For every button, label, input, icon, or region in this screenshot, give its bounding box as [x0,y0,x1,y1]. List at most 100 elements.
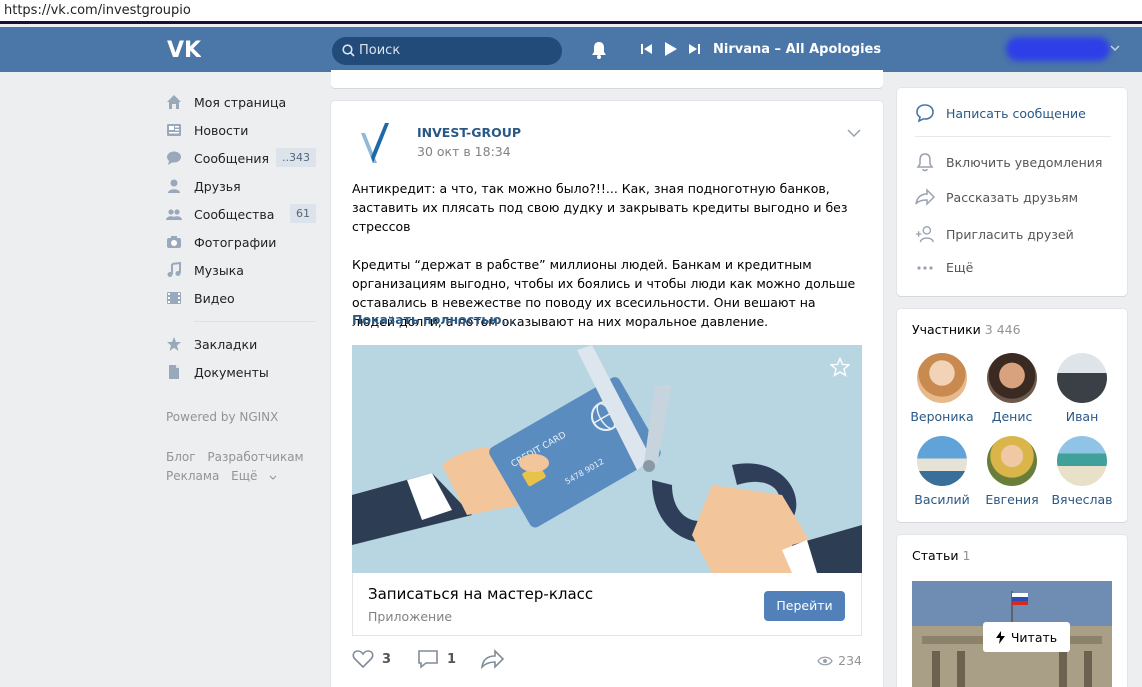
share-button[interactable] [481,649,505,669]
snippet-subtitle: Приложение [368,609,453,624]
svg-text:VK: VK [167,38,201,60]
more-dots-icon [915,265,935,270]
read-button[interactable]: Читать [983,622,1070,652]
nav-item-groups[interactable]: Сообщества 61 [166,200,316,228]
member-item[interactable]: Вячеслав [1047,436,1117,507]
footer-link-developers[interactable]: Разработчикам [207,450,303,464]
read-label: Читать [1010,629,1058,645]
enable-notifications-label: Включить уведомления [946,154,1103,170]
member-name: Вячеслав [1051,492,1113,507]
tell-friends-button[interactable]: Рассказать друзьям [915,188,1078,206]
articles-header[interactable]: Статьи 1 [912,548,970,563]
nav-item-documents[interactable]: Документы [166,358,316,386]
go-button[interactable]: Перейти [764,591,845,621]
nav-label: Закладки [194,336,258,352]
views-count: 234 [838,653,862,668]
group-actions-box: Написать сообщение Включить уведомления … [897,88,1127,296]
friends-icon [166,178,182,194]
articles-title: Статьи [912,548,959,563]
nav-item-photos[interactable]: Фотографии [166,228,316,256]
invite-friends-label: Пригласить друзей [946,226,1074,242]
avatar [987,353,1037,403]
nav-label: Новости [194,122,249,138]
footer-more-label: Ещё [231,469,258,483]
search-input[interactable]: Поиск [332,37,562,65]
next-track-icon[interactable] [688,43,700,55]
articles-count: 1 [962,548,971,563]
document-icon [166,364,182,380]
star-icon[interactable] [830,357,850,377]
members-header[interactable]: Участники 3 446 [912,322,1021,337]
nav-divider [194,321,316,322]
footer-link-blog[interactable]: Блог [166,450,196,464]
chevron-down-icon[interactable] [847,129,861,137]
post-date[interactable]: 30 окт в 18:34 [417,144,511,159]
post-image[interactable]: CREDIT CARD 5478 9012 [352,345,862,573]
show-more-link[interactable]: Показать полностью… [352,312,514,327]
address-bar[interactable]: https://vk.com/investgroupio [0,0,1142,24]
divider [915,136,1111,137]
lightning-icon [995,630,1005,644]
members-box: Участники 3 446 Вероника Денис Иван Васил… [897,309,1127,522]
user-name-blurred[interactable] [1006,37,1110,61]
music-icon [166,262,182,278]
comment-icon [418,650,438,669]
footer-links: Блог Разработчикам Реклама Ещё [166,448,312,486]
footer-link-ads[interactable]: Реклама [166,469,219,483]
comment-count: 1 [447,651,457,667]
nav-label: Фотографии [194,234,277,250]
footer-link-more[interactable]: Ещё [231,469,277,483]
article-cover[interactable]: Читать [912,581,1112,687]
enable-notifications-button[interactable]: Включить уведомления [915,152,1102,172]
nav-item-video[interactable]: Видео [166,284,316,312]
nav-item-messages[interactable]: Сообщения ..343 [166,144,316,172]
member-name: Вероника [910,409,974,424]
invest-group-logo[interactable] [351,119,395,167]
avatar [987,436,1037,486]
post-actions-bar: 3 1 234 [352,649,862,673]
app-snippet: Записаться на мастер-класс Приложение Пе… [352,573,862,636]
like-button[interactable]: 3 [352,649,391,669]
member-item[interactable]: Василий [907,436,977,507]
play-icon[interactable] [664,41,678,57]
chevron-down-icon [269,475,277,480]
member-item[interactable]: Иван [1047,353,1117,424]
more-label: Ещё [946,260,974,275]
invite-friends-button[interactable]: Пригласить друзей [915,224,1074,244]
left-navigation: Моя страница Новости Сообщения ..343 Дру… [166,88,316,386]
nav-item-my-page[interactable]: Моя страница [166,88,316,116]
nav-label: Документы [194,364,269,380]
eye-icon [817,656,833,665]
write-message-button[interactable]: Написать сообщение [915,103,1086,123]
snippet-title[interactable]: Записаться на мастер-класс [368,585,593,603]
member-item[interactable]: Вероника [907,353,977,424]
more-button[interactable]: Ещё [915,260,973,275]
write-message-label: Написать сообщение [946,105,1086,121]
groups-count-badge: 61 [290,204,316,223]
member-item[interactable]: Денис [977,353,1047,424]
notifications-bell-icon[interactable] [590,40,608,60]
current-track[interactable]: Nirvana – All Apologies [713,42,881,57]
video-icon [166,290,182,306]
groups-icon [166,206,182,222]
vk-logo-icon[interactable]: VK [167,38,201,60]
camera-icon [166,234,182,250]
avatar [917,353,967,403]
chevron-down-icon[interactable] [1110,45,1120,51]
share-icon [481,649,505,669]
messages-count-badge: ..343 [276,148,316,167]
member-name: Евгения [985,492,1039,507]
search-placeholder: Поиск [359,43,401,58]
share-icon [915,188,935,206]
members-count: 3 446 [984,322,1021,337]
nav-item-music[interactable]: Музыка [166,256,316,284]
member-item[interactable]: Евгения [977,436,1047,507]
nav-item-news[interactable]: Новости [166,116,316,144]
add-user-icon [915,224,935,244]
previous-track-icon[interactable] [641,43,653,55]
like-count: 3 [382,651,392,667]
comment-button[interactable]: 1 [417,649,456,669]
nav-item-friends[interactable]: Друзья [166,172,316,200]
nav-item-bookmarks[interactable]: Закладки [166,330,316,358]
post-author[interactable]: INVEST-GROUP [417,125,521,140]
